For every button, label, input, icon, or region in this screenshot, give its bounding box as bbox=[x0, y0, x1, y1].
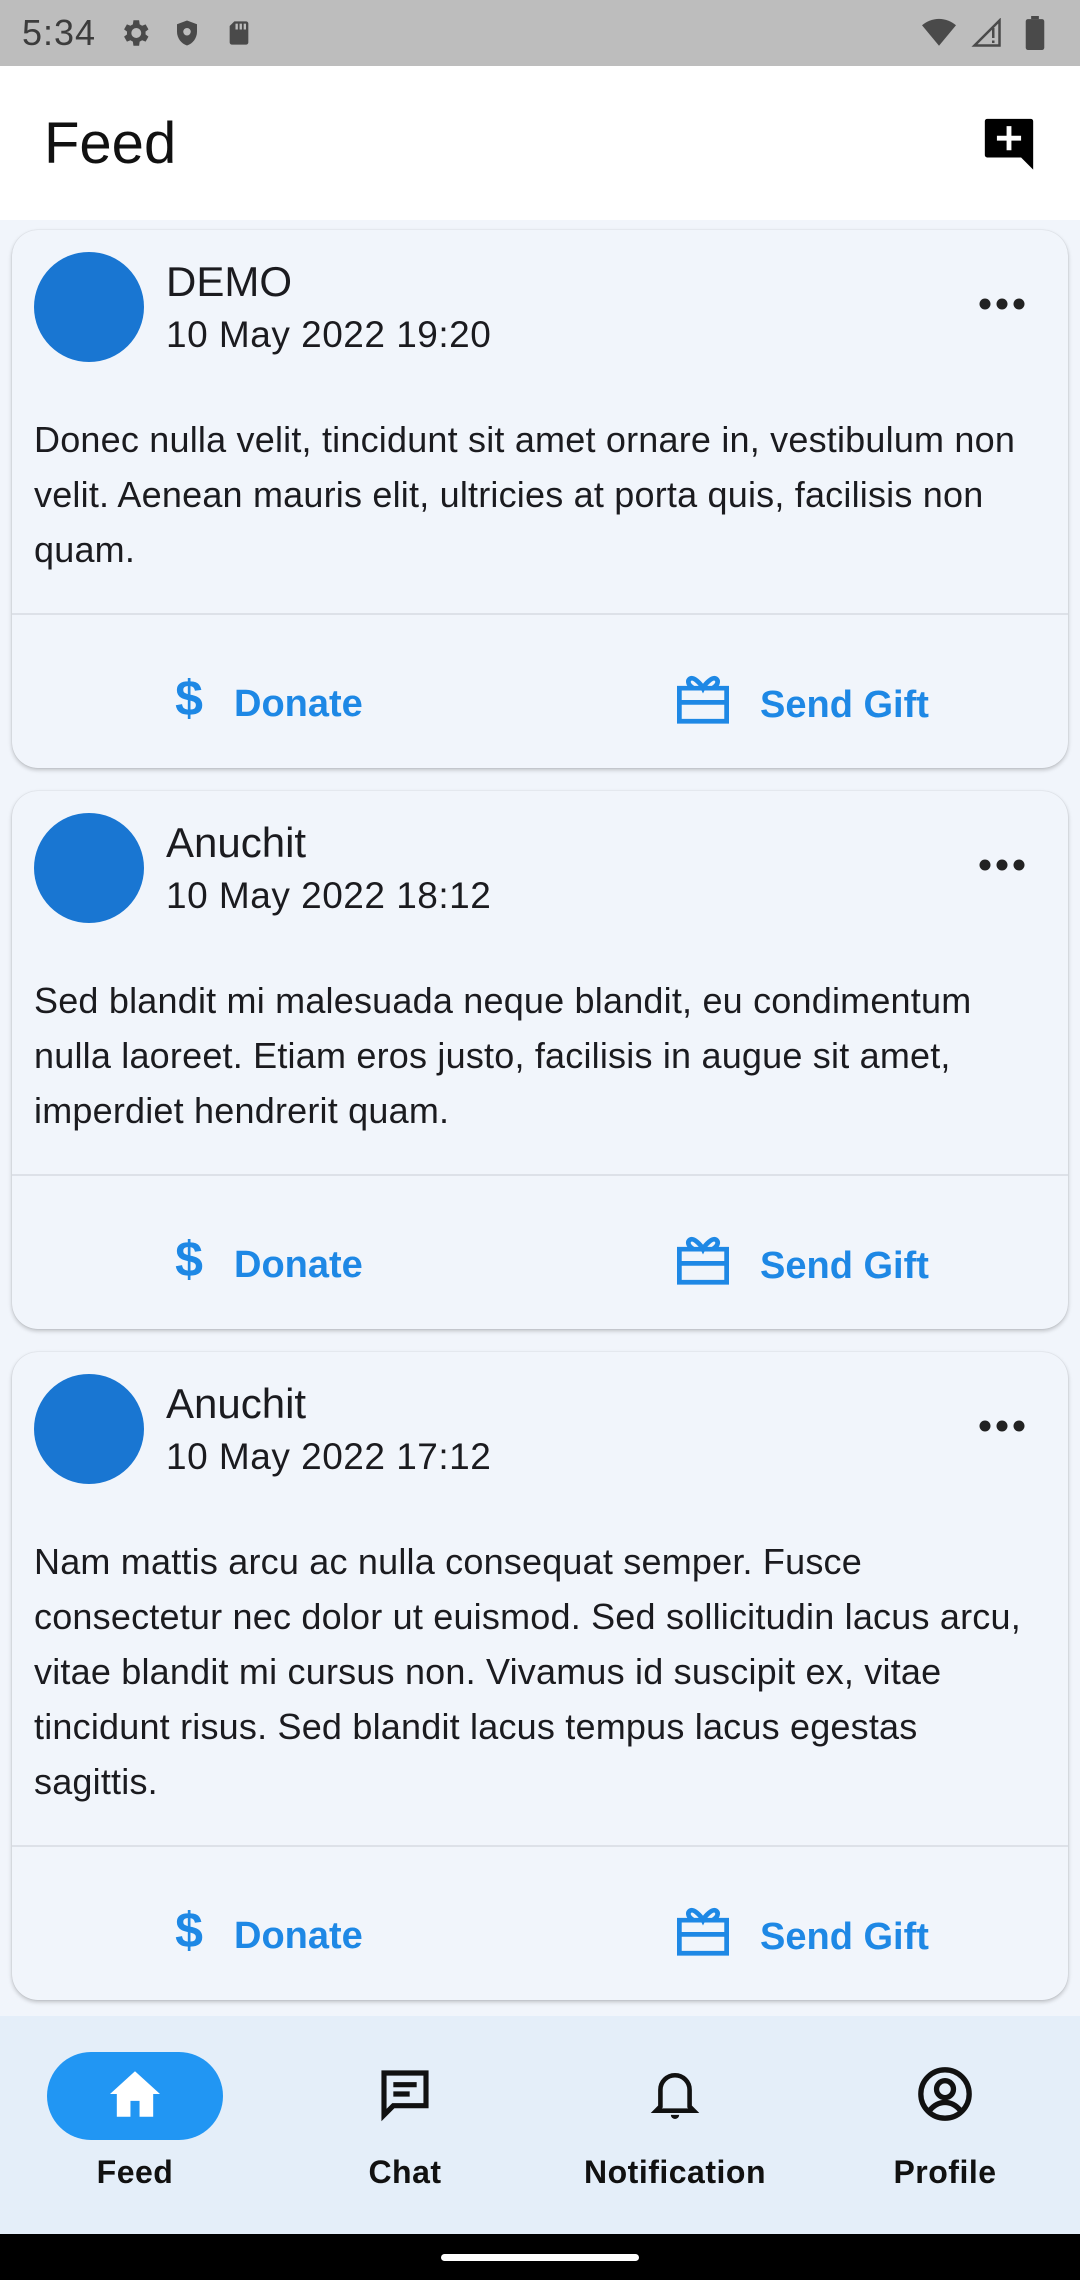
app-bar: Feed bbox=[0, 66, 1080, 220]
donate-button[interactable]: $ Donate bbox=[172, 1903, 363, 1966]
page-title: Feed bbox=[44, 110, 177, 176]
post-author: Anuchit bbox=[166, 1380, 307, 1427]
donate-button[interactable]: $ Donate bbox=[172, 1232, 363, 1295]
feed-list[interactable]: DEMO 10 May 2022 19:20 Donec nulla velit… bbox=[0, 220, 1080, 2016]
nav-item-profile[interactable]: Profile bbox=[810, 2052, 1080, 2202]
post-date: 10 May 2022 19:20 bbox=[166, 314, 492, 355]
avatar[interactable] bbox=[34, 1374, 144, 1484]
svg-text:$: $ bbox=[175, 674, 203, 724]
send-gift-button[interactable]: Send Gift bbox=[674, 1235, 929, 1297]
dollar-icon: $ bbox=[172, 1903, 206, 1966]
dollar-icon: $ bbox=[172, 671, 206, 734]
send-gift-label: Send Gift bbox=[760, 1244, 929, 1287]
add-comment-icon bbox=[980, 114, 1038, 177]
donate-label: Donate bbox=[234, 682, 363, 725]
post-card: Anuchit 10 May 2022 18:12 Sed blandit mi… bbox=[12, 791, 1068, 1329]
nav-label-notification: Notification bbox=[584, 2154, 766, 2190]
donate-button[interactable]: $ Donate bbox=[172, 671, 363, 734]
post-text: Donec nulla velit, tincidunt sit amet or… bbox=[34, 419, 1016, 570]
nav-item-notification[interactable]: Notification bbox=[540, 2052, 810, 2202]
svg-text:$: $ bbox=[175, 1906, 203, 1956]
nav-item-chat[interactable]: Chat bbox=[270, 2052, 540, 2202]
nav-label-profile: Profile bbox=[893, 2154, 997, 2190]
shield-icon bbox=[170, 16, 204, 50]
send-gift-label: Send Gift bbox=[760, 1915, 929, 1958]
sd-card-icon bbox=[222, 16, 256, 50]
home-gesture-handle[interactable] bbox=[441, 2254, 639, 2261]
avatar[interactable] bbox=[34, 252, 144, 362]
post-date: 10 May 2022 17:12 bbox=[166, 1436, 492, 1477]
send-gift-button[interactable]: Send Gift bbox=[674, 674, 929, 736]
gift-card-icon bbox=[674, 1235, 732, 1297]
nav-label-chat: Chat bbox=[368, 2154, 442, 2190]
more-horizontal-icon bbox=[978, 297, 1026, 316]
nav-icon-container bbox=[587, 2052, 763, 2140]
more-options-button[interactable] bbox=[972, 1400, 1032, 1456]
wifi-icon bbox=[922, 16, 956, 50]
avatar[interactable] bbox=[34, 813, 144, 923]
nav-icon-container bbox=[317, 2052, 493, 2140]
post-card: Anuchit 10 May 2022 17:12 Nam mattis arc… bbox=[12, 1352, 1068, 2000]
send-gift-button[interactable]: Send Gift bbox=[674, 1906, 929, 1968]
post-text: Nam mattis arcu ac nulla consequat sempe… bbox=[34, 1541, 1021, 1802]
battery-icon bbox=[1018, 16, 1052, 50]
gift-card-icon bbox=[674, 1906, 732, 1968]
nav-icon-container bbox=[857, 2052, 1033, 2140]
nav-active-indicator bbox=[47, 2052, 223, 2140]
bottom-navigation: Feed Chat Notification Profile bbox=[0, 2016, 1080, 2234]
post-header: DEMO 10 May 2022 19:20 bbox=[12, 230, 1068, 370]
status-time: 5:34 bbox=[22, 12, 97, 53]
status-icons-left bbox=[118, 16, 256, 50]
settings-icon bbox=[118, 16, 152, 50]
divider bbox=[12, 613, 1068, 615]
home-icon bbox=[107, 2069, 163, 2124]
post-date: 10 May 2022 18:12 bbox=[166, 875, 492, 916]
post-card: DEMO 10 May 2022 19:20 Donec nulla velit… bbox=[12, 230, 1068, 768]
more-options-button[interactable] bbox=[972, 839, 1032, 895]
nav-item-feed[interactable]: Feed bbox=[0, 2052, 270, 2202]
gift-card-icon bbox=[674, 674, 732, 736]
status-icons-right bbox=[922, 0, 1052, 66]
dollar-icon: $ bbox=[172, 1232, 206, 1295]
more-options-button[interactable] bbox=[972, 278, 1032, 334]
send-gift-label: Send Gift bbox=[760, 683, 929, 726]
gesture-navigation-bar bbox=[0, 2234, 1080, 2280]
post-author: Anuchit bbox=[166, 819, 307, 866]
nav-label-feed: Feed bbox=[96, 2154, 174, 2190]
divider bbox=[12, 1174, 1068, 1176]
post-text: Sed blandit mi malesuada neque blandit, … bbox=[34, 980, 972, 1131]
more-horizontal-icon bbox=[978, 858, 1026, 877]
new-post-button[interactable] bbox=[974, 110, 1044, 180]
signal-icon bbox=[970, 16, 1004, 50]
donate-label: Donate bbox=[234, 1914, 363, 1957]
donate-label: Donate bbox=[234, 1243, 363, 1286]
svg-text:$: $ bbox=[175, 1235, 203, 1285]
chat-icon bbox=[377, 2066, 433, 2127]
divider bbox=[12, 1845, 1068, 1847]
more-horizontal-icon bbox=[978, 1419, 1026, 1438]
post-header: Anuchit 10 May 2022 18:12 bbox=[12, 791, 1068, 931]
account-circle-icon bbox=[916, 2065, 974, 2128]
status-bar: 5:34 bbox=[0, 0, 1080, 66]
post-author: DEMO bbox=[166, 258, 292, 305]
bell-icon bbox=[650, 2066, 700, 2127]
post-header: Anuchit 10 May 2022 17:12 bbox=[12, 1352, 1068, 1492]
